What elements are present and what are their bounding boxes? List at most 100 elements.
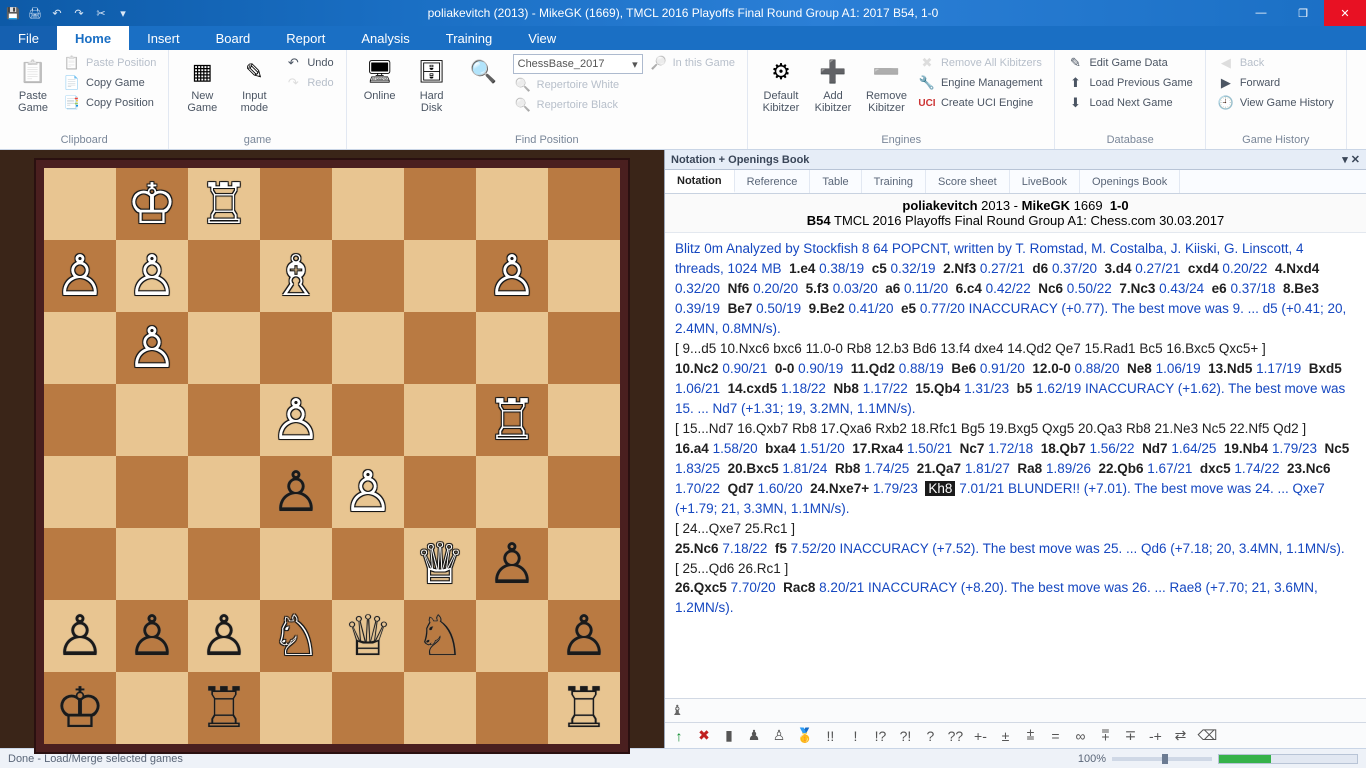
square[interactable]: [476, 312, 548, 384]
subtab-training[interactable]: Training: [862, 170, 926, 193]
piece-palette[interactable]: ♝: [665, 698, 1366, 722]
square[interactable]: [476, 456, 548, 528]
square[interactable]: [332, 384, 404, 456]
square[interactable]: ♕: [332, 600, 404, 672]
annot-?![interactable]: ?!: [897, 728, 913, 744]
black-k-piece[interactable]: ♔: [55, 680, 105, 736]
find-db-combo[interactable]: ChessBase_2017▾: [513, 54, 643, 74]
tab-insert[interactable]: Insert: [129, 26, 198, 50]
subtab-score-sheet[interactable]: Score sheet: [926, 170, 1010, 193]
arrow-up-icon[interactable]: ↑: [671, 728, 687, 744]
square[interactable]: ♖: [188, 168, 260, 240]
white-r-piece[interactable]: ♖: [487, 392, 537, 448]
subtab-openings-book[interactable]: Openings Book: [1080, 170, 1180, 193]
square[interactable]: [116, 384, 188, 456]
square[interactable]: [260, 528, 332, 600]
white-p-piece[interactable]: ♙: [343, 464, 393, 520]
square[interactable]: ♙: [260, 456, 332, 528]
black-p-piece[interactable]: ♙: [127, 608, 177, 664]
annot-=[interactable]: =: [1047, 728, 1063, 744]
qat-dropdown-icon[interactable]: ▾: [116, 6, 130, 20]
square[interactable]: [332, 528, 404, 600]
square[interactable]: [404, 240, 476, 312]
square[interactable]: ♙: [116, 600, 188, 672]
pane-header[interactable]: Notation + Openings Book ▾ ✕: [665, 150, 1366, 170]
square[interactable]: ♔: [116, 168, 188, 240]
square[interactable]: [44, 168, 116, 240]
bishop-icon[interactable]: ♝: [671, 702, 684, 719]
square[interactable]: [116, 456, 188, 528]
square[interactable]: [44, 384, 116, 456]
find-lens-button[interactable]: 🔍: [461, 54, 507, 104]
minimize-button[interactable]: —: [1240, 0, 1282, 26]
square[interactable]: [476, 168, 548, 240]
qat-print-icon[interactable]: 🖨: [28, 6, 42, 20]
pawn-black-icon[interactable]: ♟: [746, 727, 762, 744]
annot-⩱[interactable]: ⩱: [1097, 727, 1113, 744]
square[interactable]: ♙: [548, 600, 620, 672]
square[interactable]: ♖: [188, 672, 260, 744]
white-p-piece[interactable]: ♙: [127, 320, 177, 376]
square[interactable]: [548, 312, 620, 384]
square[interactable]: ♙: [44, 600, 116, 672]
black-p-piece[interactable]: ♙: [55, 608, 105, 664]
square[interactable]: [548, 168, 620, 240]
subtab-notation[interactable]: Notation: [665, 170, 735, 193]
annot-∞[interactable]: ∞: [1072, 728, 1088, 744]
square[interactable]: [188, 240, 260, 312]
tab-training[interactable]: Training: [428, 26, 510, 50]
white-n-piece[interactable]: ♘: [271, 608, 321, 664]
view-history-button[interactable]: 🕘View Game History: [1216, 94, 1336, 112]
new-game-button[interactable]: ▦NewGame: [179, 54, 225, 116]
square[interactable]: [548, 528, 620, 600]
tab-view[interactable]: View: [510, 26, 574, 50]
white-p-piece[interactable]: ♙: [55, 248, 105, 304]
copy-game-button[interactable]: 📄Copy Game: [62, 74, 158, 92]
edit-game-data-button[interactable]: ✎Edit Game Data: [1065, 54, 1194, 72]
maximize-button[interactable]: ❐: [1282, 0, 1324, 26]
load-next-game-button[interactable]: ⬇Load Next Game: [1065, 94, 1194, 112]
square[interactable]: [332, 168, 404, 240]
black-n-piece[interactable]: ♘: [415, 608, 465, 664]
delete-icon[interactable]: ✖: [696, 727, 712, 744]
square[interactable]: [404, 312, 476, 384]
qat-save-icon[interactable]: 💾: [6, 6, 20, 20]
tab-report[interactable]: Report: [268, 26, 343, 50]
square[interactable]: [44, 312, 116, 384]
subtab-reference[interactable]: Reference: [735, 170, 811, 193]
chess-board[interactable]: ♔♖♙♙♗♙♙♙♖♙♙♕♙♙♙♙♘♕♘♙♔♖♖: [44, 168, 620, 744]
tab-board[interactable]: Board: [198, 26, 269, 50]
pawn-white-icon[interactable]: ♙: [771, 727, 787, 744]
input-mode-button[interactable]: ✎Inputmode: [231, 54, 277, 116]
tab-file[interactable]: File: [0, 26, 57, 50]
square[interactable]: ♙: [476, 240, 548, 312]
square[interactable]: ♖: [548, 672, 620, 744]
notation-body[interactable]: Blitz 0m Analyzed by Stockfish 8 64 POPC…: [665, 233, 1366, 698]
square[interactable]: [548, 456, 620, 528]
annot--+[interactable]: -+: [1147, 728, 1163, 744]
black-p-piece[interactable]: ♙: [559, 608, 609, 664]
square[interactable]: [44, 456, 116, 528]
annot-?[interactable]: ?: [922, 728, 938, 744]
black-p-piece[interactable]: ♙: [199, 608, 249, 664]
annot-±[interactable]: ±: [997, 728, 1013, 744]
white-p-piece[interactable]: ♙: [271, 392, 321, 448]
load-previous-game-button[interactable]: ⬆Load Previous Game: [1065, 74, 1194, 92]
online-button[interactable]: 🖥Online: [357, 54, 403, 104]
square[interactable]: [404, 456, 476, 528]
create-uci-button[interactable]: UCICreate UCI Engine: [917, 94, 1045, 112]
black-r-piece[interactable]: ♖: [559, 680, 609, 736]
square[interactable]: [404, 168, 476, 240]
square[interactable]: ♙: [476, 528, 548, 600]
square[interactable]: [188, 312, 260, 384]
white-b-piece[interactable]: ♗: [271, 248, 321, 304]
annot-![interactable]: !: [847, 728, 863, 744]
square[interactable]: ♙: [332, 456, 404, 528]
square[interactable]: [188, 528, 260, 600]
white-q-piece[interactable]: ♕: [415, 536, 465, 592]
annot-∓[interactable]: ∓: [1122, 727, 1138, 744]
square[interactable]: [44, 528, 116, 600]
tab-analysis[interactable]: Analysis: [343, 26, 427, 50]
square[interactable]: ♙: [44, 240, 116, 312]
square[interactable]: [188, 384, 260, 456]
